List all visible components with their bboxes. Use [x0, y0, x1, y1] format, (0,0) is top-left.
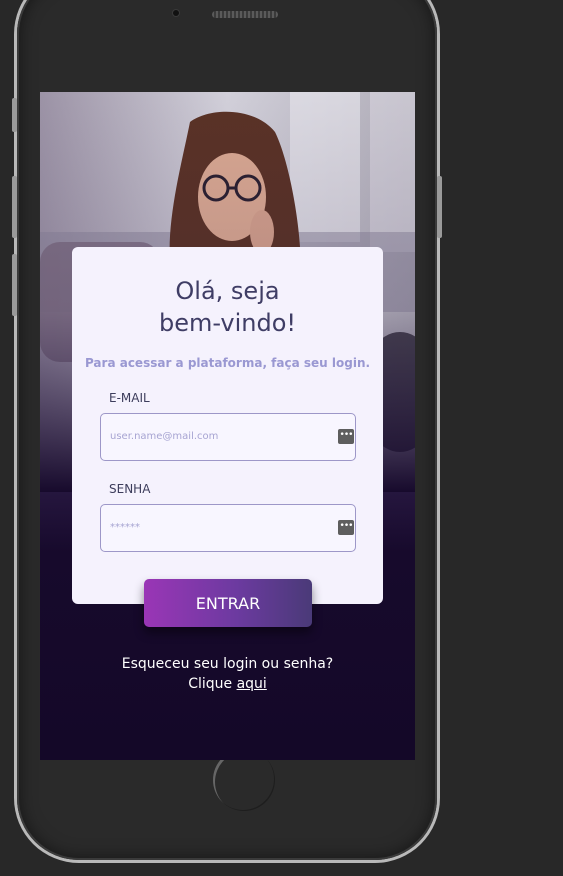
email-field-box: •••: [100, 413, 356, 461]
speaker-grille: [212, 11, 278, 18]
click-text: Clique: [188, 676, 233, 692]
side-button-volume-up: [12, 176, 17, 238]
recover-link[interactable]: aqui: [237, 676, 267, 692]
recover-line: Clique aqui: [40, 674, 415, 694]
forgot-credentials: Esqueceu seu login ou senha? Clique aqui: [40, 654, 415, 694]
side-button-silent: [12, 98, 17, 132]
password-field[interactable]: [110, 505, 330, 549]
forgot-text: Esqueceu seu login ou senha?: [121, 656, 334, 672]
front-camera: [173, 10, 179, 16]
password-label: SENHA: [109, 482, 151, 496]
email-label: E-MAIL: [109, 391, 150, 405]
login-subtitle: Para acessar a plataforma, faça seu logi…: [84, 356, 371, 370]
title-line-2: bem-vindo!: [158, 309, 296, 337]
side-button-power: [437, 176, 442, 238]
password-manager-icon[interactable]: •••: [338, 429, 354, 444]
password-manager-icon[interactable]: •••: [338, 520, 354, 535]
app-screen: Olá, seja bem-vindo! Para acessar a plat…: [40, 92, 415, 760]
page-title: Olá, seja bem-vindo!: [72, 275, 383, 339]
title-line-1: Olá, seja: [175, 277, 280, 305]
login-button[interactable]: ENTRAR: [144, 579, 312, 627]
login-card: Olá, seja bem-vindo! Para acessar a plat…: [72, 247, 383, 604]
email-field[interactable]: [110, 414, 330, 458]
password-field-box: •••: [100, 504, 356, 552]
side-button-volume-down: [12, 254, 17, 316]
